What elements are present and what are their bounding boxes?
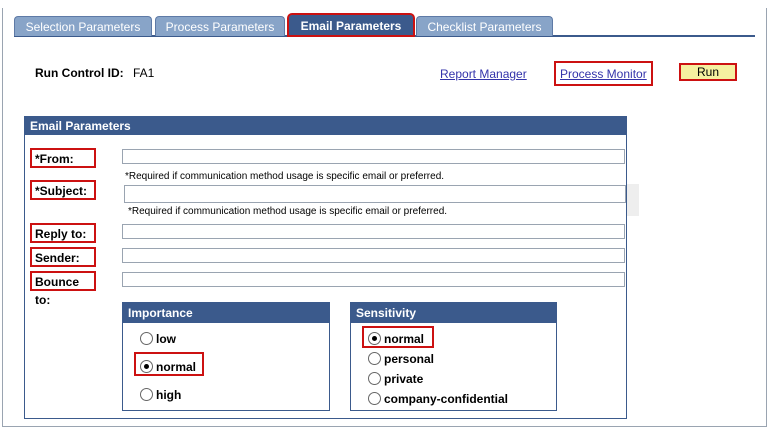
- importance-low-label: low: [156, 332, 176, 346]
- radio-selected-icon[interactable]: [368, 332, 381, 345]
- sensitivity-company-confidential-label: company-confidential: [384, 392, 509, 406]
- run-control-value: FA1: [133, 66, 155, 80]
- sender-label: Sender:: [30, 247, 96, 267]
- tab-process-parameters[interactable]: Process Parameters: [155, 16, 285, 36]
- subject-scroll-area: [627, 184, 639, 216]
- sensitivity-personal-label: personal: [384, 352, 435, 366]
- subject-field[interactable]: [124, 185, 626, 203]
- bounce-to-field[interactable]: [122, 272, 625, 287]
- importance-low-option[interactable]: low: [140, 332, 176, 346]
- tab-selection-parameters[interactable]: Selection Parameters: [14, 16, 152, 36]
- sensitivity-normal-option[interactable]: normal: [368, 332, 424, 346]
- reply-to-field[interactable]: [122, 224, 625, 239]
- process-monitor-link[interactable]: Process Monitor: [560, 67, 647, 81]
- report-manager-link[interactable]: Report Manager: [440, 67, 527, 81]
- sensitivity-private-label: private: [384, 372, 424, 386]
- radio-icon[interactable]: [140, 332, 153, 345]
- radio-icon[interactable]: [368, 392, 381, 405]
- from-note: *Required if communication method usage …: [125, 171, 445, 182]
- panel-title: Email Parameters: [25, 117, 626, 135]
- sender-field[interactable]: [122, 248, 625, 263]
- subject-label: *Subject:: [30, 180, 96, 200]
- radio-icon[interactable]: [140, 388, 153, 401]
- radio-selected-icon[interactable]: [140, 360, 153, 373]
- from-field[interactable]: [122, 149, 625, 164]
- radio-icon[interactable]: [368, 352, 381, 365]
- sensitivity-title: Sensitivity: [351, 303, 556, 323]
- run-control-label: Run Control ID:: [35, 66, 124, 80]
- importance-normal-option[interactable]: normal: [140, 360, 196, 374]
- subject-note: *Required if communication method usage …: [128, 206, 448, 217]
- run-button[interactable]: Run: [679, 63, 737, 81]
- tab-email-parameters[interactable]: Email Parameters: [287, 13, 415, 37]
- from-label: *From:: [30, 148, 96, 168]
- radio-icon[interactable]: [368, 372, 381, 385]
- importance-title: Importance: [123, 303, 329, 323]
- importance-high-option[interactable]: high: [140, 388, 181, 402]
- sensitivity-personal-option[interactable]: personal: [368, 352, 434, 366]
- reply-to-label: Reply to:: [30, 223, 96, 243]
- importance-normal-label: normal: [156, 360, 197, 374]
- sensitivity-normal-label: normal: [384, 332, 425, 346]
- bounce-to-label: Bounce to:: [30, 271, 96, 307]
- sensitivity-private-option[interactable]: private: [368, 372, 423, 386]
- tab-checklist-parameters[interactable]: Checklist Parameters: [416, 16, 553, 36]
- importance-high-label: high: [156, 388, 182, 402]
- sensitivity-company-confidential-option[interactable]: company-confidential: [368, 392, 508, 406]
